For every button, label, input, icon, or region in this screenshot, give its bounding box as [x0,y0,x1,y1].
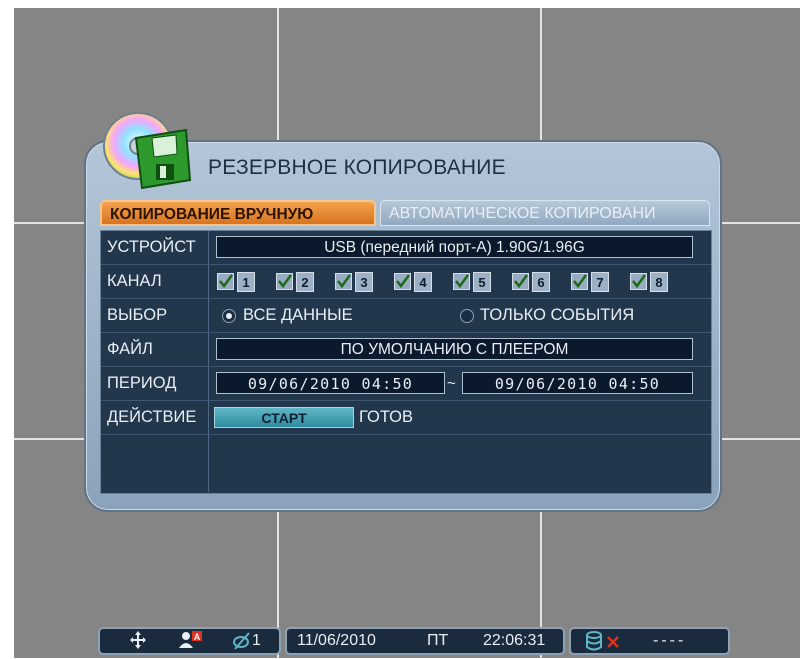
checkbox-box[interactable] [630,273,647,290]
checkbox-box[interactable] [217,273,234,290]
device-label: УСТРОЙСТ [101,231,209,264]
svg-text:A: A [194,632,201,642]
tab-bar: КОПИРОВАНИЕ ВРУЧНУЮ АВТОМАТИЧЕСКОЕ КОПИР… [100,200,710,228]
status-weekday: ПТ [427,632,449,649]
storage-icon[interactable] [585,631,603,659]
checkbox-box[interactable] [512,273,529,290]
backup-disc-icon [100,108,194,192]
channel-number: 8 [650,272,668,292]
tab-manual-backup[interactable]: КОПИРОВАНИЕ ВРУЧНУЮ [100,200,376,226]
period-label: ПЕРИОД [101,367,209,400]
backup-dialog: РЕЗЕРВНОЕ КОПИРОВАНИЕ КОПИРОВАНИЕ ВРУЧНУ… [84,140,722,512]
channel-number: 1 [237,272,255,292]
checkmark-icon [514,274,528,288]
status-bar-datetime: 11/06/2010 ПТ 22:06:31 [285,627,565,655]
period-to-input[interactable]: 09/06/2010 04:50 [462,372,693,394]
ptz-move-icon[interactable] [130,630,146,658]
action-status: ГОТОВ [359,408,414,426]
device-row: УСТРОЙСТ USB (передний порт-А) 1.90G/1.9… [101,231,711,265]
channel-5-checkbox[interactable]: 5 [453,272,499,292]
disk-status: ---- [653,632,687,649]
checkbox-box[interactable] [453,273,470,290]
checkmark-icon [337,274,351,288]
radio-events-only[interactable] [460,309,474,323]
backup-form: УСТРОЙСТ USB (передний порт-А) 1.90G/1.9… [100,230,712,494]
action-row: ДЕЙСТВИЕ СТАРТ ГОТОВ [101,401,711,435]
file-format-select[interactable]: ПО УМОЛЧАНИЮ С ПЛЕЕРОМ [216,338,693,360]
channel-number: 5 [473,272,491,292]
checkbox-box[interactable] [571,273,588,290]
status-time: 22:06:31 [483,632,546,649]
camera-number: 1 [252,632,261,649]
start-button[interactable]: СТАРТ [214,407,354,428]
channel-label: КАНАЛ [101,265,209,298]
channel-number: 6 [532,272,550,292]
file-row: ФАЙЛ ПО УМОЛЧАНИЮ С ПЛЕЕРОМ [101,333,711,367]
channel-number: 2 [296,272,314,292]
channel-6-checkbox[interactable]: 6 [512,272,558,292]
empty-row [101,435,711,492]
checkmark-icon [396,274,410,288]
channel-number: 3 [355,272,373,292]
checkmark-icon [219,274,233,288]
checkmark-icon [278,274,292,288]
status-bar-left: A 1 [98,627,281,655]
selection-row: ВЫБОР ВСЕ ДАННЫЕ ТОЛЬКО СОБЫТИЯ [101,299,711,333]
checkbox-box[interactable] [276,273,293,290]
no-signal-icon[interactable] [232,630,252,658]
action-label: ДЕЙСТВИЕ [101,401,209,434]
file-label: ФАЙЛ [101,333,209,366]
channel-8-checkbox[interactable]: 8 [630,272,676,292]
status-bar-right: ---- [569,627,730,655]
channel-4-checkbox[interactable]: 4 [394,272,440,292]
channel-number: 7 [591,272,609,292]
radio-events-only-label: ТОЛЬКО СОБЫТИЯ [480,306,635,324]
user-icon[interactable]: A [178,630,204,658]
status-date: 11/06/2010 [297,632,376,649]
checkbox-box[interactable] [394,273,411,290]
empty-label-cell [101,435,209,492]
channel-2-checkbox[interactable]: 2 [276,272,322,292]
channel-1-checkbox[interactable]: 1 [217,272,263,292]
error-x-icon [607,633,619,657]
period-from-input[interactable]: 09/06/2010 04:50 [216,372,445,394]
channel-number: 4 [414,272,432,292]
radio-all-data-label: ВСЕ ДАННЫЕ [243,306,353,324]
checkmark-icon [573,274,587,288]
period-row: ПЕРИОД 09/06/2010 04:50 ~ 09/06/2010 04:… [101,367,711,401]
channel-row: КАНАЛ 1 2 3 4 5 6 7 8 [101,265,711,299]
checkmark-icon [632,274,646,288]
device-select[interactable]: USB (передний порт-А) 1.90G/1.96G [216,236,693,258]
tab-auto-backup[interactable]: АВТОМАТИЧЕСКОЕ КОПИРОВАНИ [380,200,710,226]
channel-7-checkbox[interactable]: 7 [571,272,617,292]
radio-all-data[interactable] [222,309,236,323]
checkmark-icon [455,274,469,288]
period-separator: ~ [447,375,456,392]
channel-3-checkbox[interactable]: 3 [335,272,381,292]
checkbox-box[interactable] [335,273,352,290]
selection-label: ВЫБОР [101,299,209,332]
dialog-title: РЕЗЕРВНОЕ КОПИРОВАНИЕ [208,156,506,179]
